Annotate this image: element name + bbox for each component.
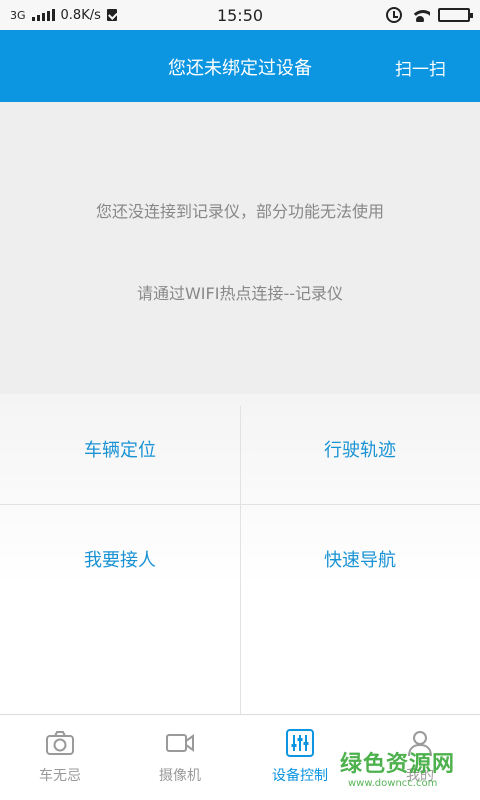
battery-icon: [438, 8, 473, 22]
video-camera-icon: [165, 729, 195, 757]
driving-track-button[interactable]: 行驶轨迹: [240, 394, 480, 504]
tab-mine[interactable]: 我的: [360, 715, 480, 800]
bottom-tab-bar: 车无忌 摄像机 设备控制 我的: [0, 714, 480, 800]
tab-label: 设备控制: [272, 768, 328, 784]
status-right: [386, 7, 473, 23]
network-type: 3G: [10, 8, 26, 22]
alarm-icon: [386, 7, 402, 23]
sliders-icon: [285, 729, 315, 757]
notice-line-2: 请通过WIFI热点连接--记录仪: [136, 284, 343, 303]
tab-label: 我的: [406, 768, 434, 784]
scan-button[interactable]: 扫一扫: [395, 55, 446, 80]
tab-chewuji[interactable]: 车无忌: [0, 715, 120, 800]
signal-icon: [31, 9, 55, 21]
tab-camera[interactable]: 摄像机: [120, 715, 240, 800]
function-grid: 车辆定位 行驶轨迹 我要接人 快速导航: [0, 394, 480, 714]
connection-notice: 您还没连接到记录仪，部分功能无法使用 请通过WIFI热点连接--记录仪: [0, 102, 480, 394]
status-bar: 3G 0.8K/s 15:50: [0, 0, 480, 30]
user-icon: [405, 729, 435, 757]
quick-navigation-button[interactable]: 快速导航: [240, 504, 480, 614]
status-left: 3G 0.8K/s: [10, 8, 117, 23]
title-bar: 您还未绑定过设备 扫一扫: [0, 30, 480, 102]
network-speed: 0.8K/s: [60, 7, 101, 23]
wifi-icon: [410, 8, 430, 22]
camera-icon: [45, 729, 75, 757]
notice-line-1: 您还没连接到记录仪，部分功能无法使用: [95, 202, 384, 221]
tab-label: 车无忌: [39, 768, 81, 784]
tab-label: 摄像机: [159, 768, 201, 784]
pickup-person-button[interactable]: 我要接人: [0, 504, 240, 614]
tab-device-control[interactable]: 设备控制: [240, 715, 360, 800]
vehicle-location-button[interactable]: 车辆定位: [0, 394, 240, 504]
download-complete-icon: [106, 9, 117, 21]
